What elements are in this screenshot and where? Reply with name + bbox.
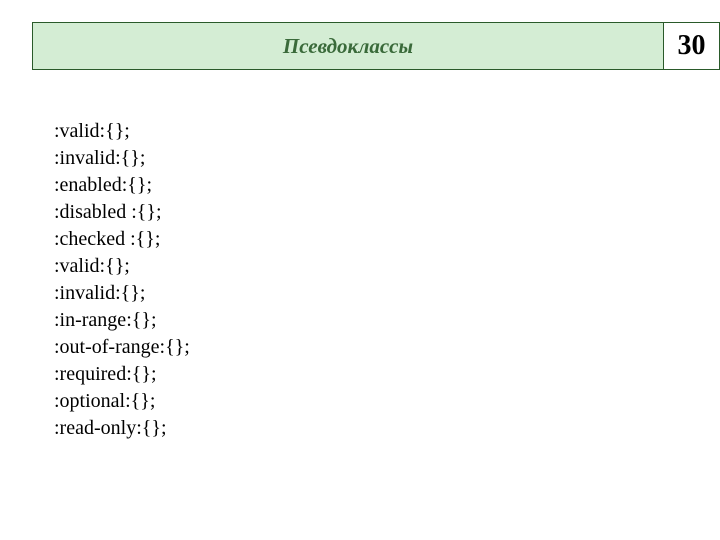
list-item: :enabled:{}; xyxy=(54,172,190,199)
content-list: :valid:{}; :invalid:{}; :enabled:{}; :di… xyxy=(54,118,190,442)
list-item: :optional:{}; xyxy=(54,388,190,415)
list-item: :disabled :{}; xyxy=(54,199,190,226)
slide-title: Псевдоклассы xyxy=(32,22,664,70)
list-item: :read-only:{}; xyxy=(54,415,190,442)
list-item: :invalid:{}; xyxy=(54,145,190,172)
list-item: :valid:{}; xyxy=(54,118,190,145)
slide-header: Псевдоклассы 30 xyxy=(32,22,720,70)
list-item: :invalid:{}; xyxy=(54,280,190,307)
list-item: :out-of-range:{}; xyxy=(54,334,190,361)
list-item: :valid:{}; xyxy=(54,253,190,280)
slide-number: 30 xyxy=(664,22,720,70)
list-item: :in-range:{}; xyxy=(54,307,190,334)
list-item: :checked :{}; xyxy=(54,226,190,253)
list-item: :required:{}; xyxy=(54,361,190,388)
